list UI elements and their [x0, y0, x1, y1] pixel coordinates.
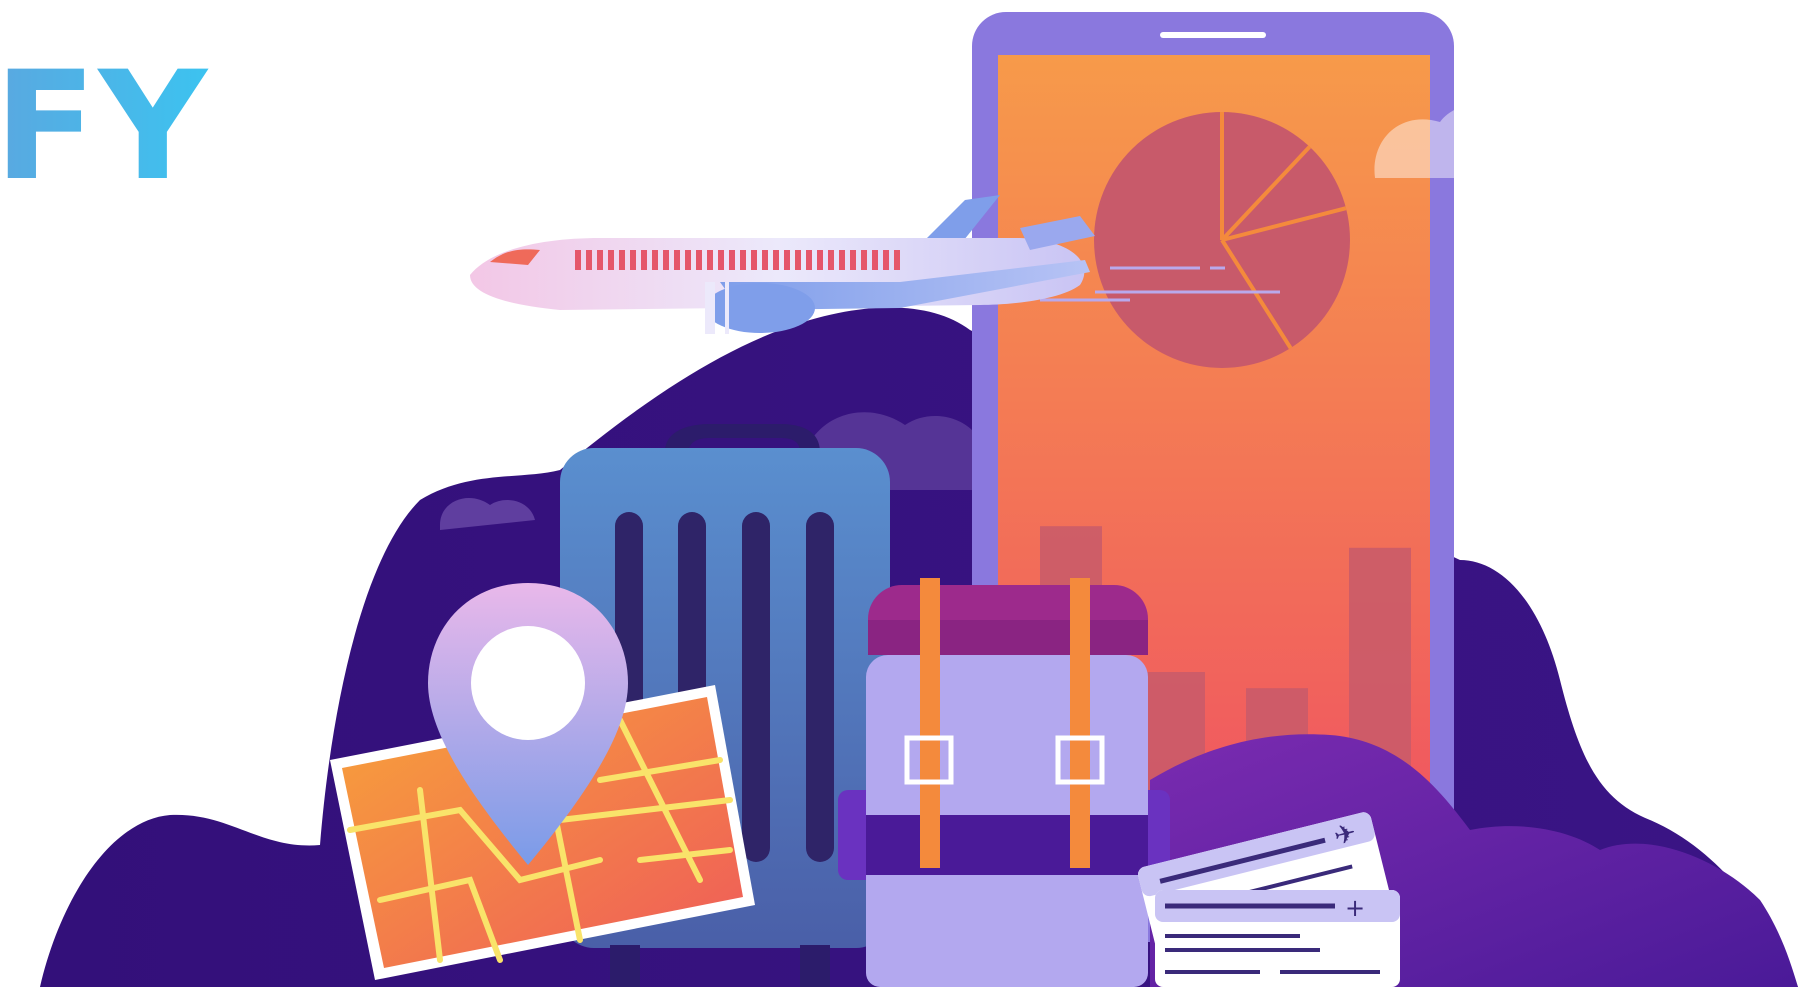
plane-window: [696, 250, 702, 270]
plane-window: [872, 250, 878, 270]
plane-window: [784, 250, 790, 270]
plane-window: [619, 250, 625, 270]
plane-window: [883, 250, 889, 270]
plane-window: [586, 250, 592, 270]
plane-window: [740, 250, 746, 270]
pie-chart-icon: [1094, 112, 1350, 368]
plane-window: [575, 250, 581, 270]
plane-window: [729, 250, 735, 270]
plane-window: [817, 250, 823, 270]
plane-window: [762, 250, 768, 270]
backpack-icon: [838, 578, 1170, 987]
plane-window: [597, 250, 603, 270]
plane-window: [861, 250, 867, 270]
plane-window: [839, 250, 845, 270]
plane-window: [751, 250, 757, 270]
plane-window: [773, 250, 779, 270]
plane-window: [828, 250, 834, 270]
plane-window: [718, 250, 724, 270]
plane-window: [894, 250, 900, 270]
plane-window: [850, 250, 856, 270]
plane-window: [663, 250, 669, 270]
plane-window: [674, 250, 680, 270]
svg-text:+: +: [1345, 894, 1365, 922]
plane-window: [795, 250, 801, 270]
plane-window: [707, 250, 713, 270]
plane-window: [806, 250, 812, 270]
plane-window: [608, 250, 614, 270]
plane-window: [652, 250, 658, 270]
plane-window: [685, 250, 691, 270]
plane-window: [641, 250, 647, 270]
scene-svg: ✈ +: [40, 12, 1798, 987]
travel-hero-illustration: FY ✈ +: [0, 0, 1798, 987]
plane-window: [630, 250, 636, 270]
